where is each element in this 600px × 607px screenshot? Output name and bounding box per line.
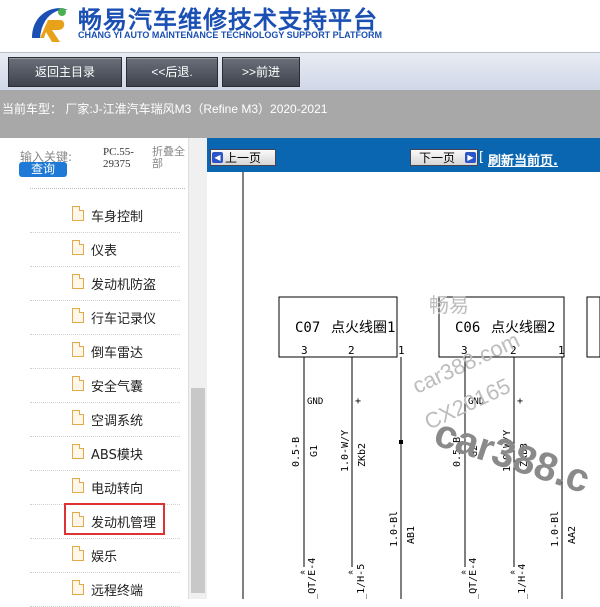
pin-label: 1 [558, 344, 565, 357]
sidebar-item-label: 车身控制 [91, 210, 144, 225]
wire-label: AA2 [567, 526, 578, 544]
document-icon [72, 376, 84, 391]
sidebar-item-label: 仪表 [91, 244, 118, 259]
document-icon [72, 308, 84, 323]
prev-page-button[interactable]: ◀ 上一页 [210, 149, 276, 166]
sidebar-item-parking-radar[interactable]: 倒车雷达 [30, 334, 180, 369]
pin-label: 1 [398, 344, 405, 357]
divider [30, 188, 185, 189]
wire-end-label: 0-GND_QT/E-4 [307, 558, 318, 599]
next-page-button[interactable]: 下一页 ▶ [410, 149, 478, 166]
signal-label: + [355, 396, 361, 407]
diagram-panel: ◀ 上一页 下一页 ▶ [ 刷新当前页. C07 点火线圈1 3 2 1 GND… [207, 138, 600, 599]
arrow-icon: « [348, 568, 353, 578]
connector-c07-name: 点火线圈1 [331, 320, 395, 336]
sidebar-item-label: 远程终端 [91, 584, 144, 599]
sidebar-item-label: 安全气囊 [91, 380, 144, 395]
sidebar-item-eps[interactable]: 电动转向 [30, 470, 180, 505]
wiring-diagram: C07 点火线圈1 3 2 1 GND + C06 点火线圈2 3 2 1 GN… [242, 172, 600, 599]
sidebar-scrollbar[interactable] [188, 138, 208, 599]
arrow-icon: « [510, 568, 515, 578]
wire-label: 0.5-B [291, 437, 302, 467]
sidebar-item-body-control[interactable]: 车身控制 [30, 198, 180, 233]
vehicle-bar: 当前车型： 厂家:J-江淮汽车瑞风M3（Refine M3）2020-2021 [0, 90, 600, 138]
document-icon [72, 240, 84, 255]
toolbar: 返回主目录 <<后退. >>前进 [0, 52, 600, 91]
current-vehicle: 当前车型： 厂家:J-江淮汽车瑞风M3（Refine M3）2020-2021 [2, 102, 328, 116]
logo-icon [32, 8, 68, 42]
document-icon [72, 580, 84, 595]
page-nav-bar: ◀ 上一页 下一页 ▶ [ 刷新当前页. [207, 138, 600, 172]
next-page-label: 下一页 [419, 151, 456, 165]
signal-label: GND [307, 397, 323, 407]
sidebar-item-label: 发动机防盗 [91, 278, 157, 293]
document-icon [72, 546, 84, 561]
collapse-all-link[interactable]: 折叠全部 [152, 146, 188, 170]
arrow-left-icon: ◀ [212, 152, 223, 163]
sidebar-item-dashcam[interactable]: 行车记录仪 [30, 300, 180, 335]
refresh-page-link[interactable]: 刷新当前页. [488, 150, 558, 169]
splice-dot [399, 440, 403, 444]
connector-partial-box [586, 296, 600, 358]
sidebar-item-immobilizer[interactable]: 发动机防盗 [30, 266, 180, 301]
refresh-bracket: [ [479, 150, 485, 165]
wire-label: 1.0-Bl [389, 511, 400, 547]
pin-label: 3 [301, 344, 308, 357]
sidebar-item-airbag[interactable]: 安全气囊 [30, 368, 180, 403]
arrow-icon: « [300, 568, 305, 578]
document-icon [72, 274, 84, 289]
watermark: car388.c [429, 411, 595, 502]
forward-button[interactable]: >>前进 [222, 57, 300, 87]
sidebar-item-label: 娱乐 [91, 550, 118, 565]
wire-label: 1.0-Bl [550, 511, 561, 547]
sidebar-item-label: 空调系统 [91, 414, 144, 429]
scrollbar-thumb[interactable] [191, 388, 205, 593]
wire-label: 1.0-W/Y [340, 430, 351, 472]
sidebar-item-ac[interactable]: 空调系统 [30, 402, 180, 437]
sidebar-item-label: 倒车雷达 [91, 346, 144, 361]
watermark: 畅易 [429, 294, 469, 317]
prev-page-label: 上一页 [225, 151, 262, 165]
back-button[interactable]: <<后退. [126, 57, 218, 87]
sidebar-item-abs[interactable]: ABS模块 [30, 436, 180, 471]
sidebar-item-instrument[interactable]: 仪表 [30, 232, 180, 267]
home-button[interactable]: 返回主目录 [8, 57, 122, 87]
wire-end-label: 1-UEC_1/H-4 [517, 564, 528, 599]
document-icon [72, 206, 84, 221]
connector-c06-code: C06 [455, 320, 480, 336]
wire-end-label: 1-UEC_1/H-5 [356, 564, 367, 599]
sidebar-item-entertainment[interactable]: 娱乐 [30, 538, 180, 573]
document-icon [72, 342, 84, 357]
search-button[interactable]: 查询 [19, 162, 67, 177]
document-icon [72, 444, 84, 459]
sidebar-item-telematics[interactable]: 远程终端 [30, 572, 180, 607]
sidebar-item-label: 行车记录仪 [91, 312, 157, 327]
document-icon [72, 478, 84, 493]
pin-label: 2 [348, 344, 355, 357]
brand-subtitle: CHANG YI AUTO MAINTENANCE TECHNOLOGY SUP… [78, 30, 383, 40]
signal-label: + [517, 396, 523, 407]
connector-c07-code: C07 [295, 320, 320, 336]
arrow-icon: « [461, 568, 466, 578]
sidebar-item-label: 电动转向 [91, 482, 144, 497]
wire-label: ZKb2 [357, 443, 368, 467]
wire-label: G1 [309, 445, 320, 457]
pc-code: PC.55-29375 [103, 146, 134, 170]
document-icon [72, 410, 84, 425]
header: 畅易汽车维修技术支持平台 CHANG YI AUTO MAINTENANCE T… [0, 0, 600, 52]
selected-item-highlight [64, 503, 165, 535]
sidebar-item-label: ABS模块 [91, 448, 143, 463]
wire-label: AB1 [406, 526, 417, 544]
wire-end-label: 0-GND_QT/E-4 [468, 558, 479, 599]
arrow-right-icon: ▶ [465, 152, 476, 163]
